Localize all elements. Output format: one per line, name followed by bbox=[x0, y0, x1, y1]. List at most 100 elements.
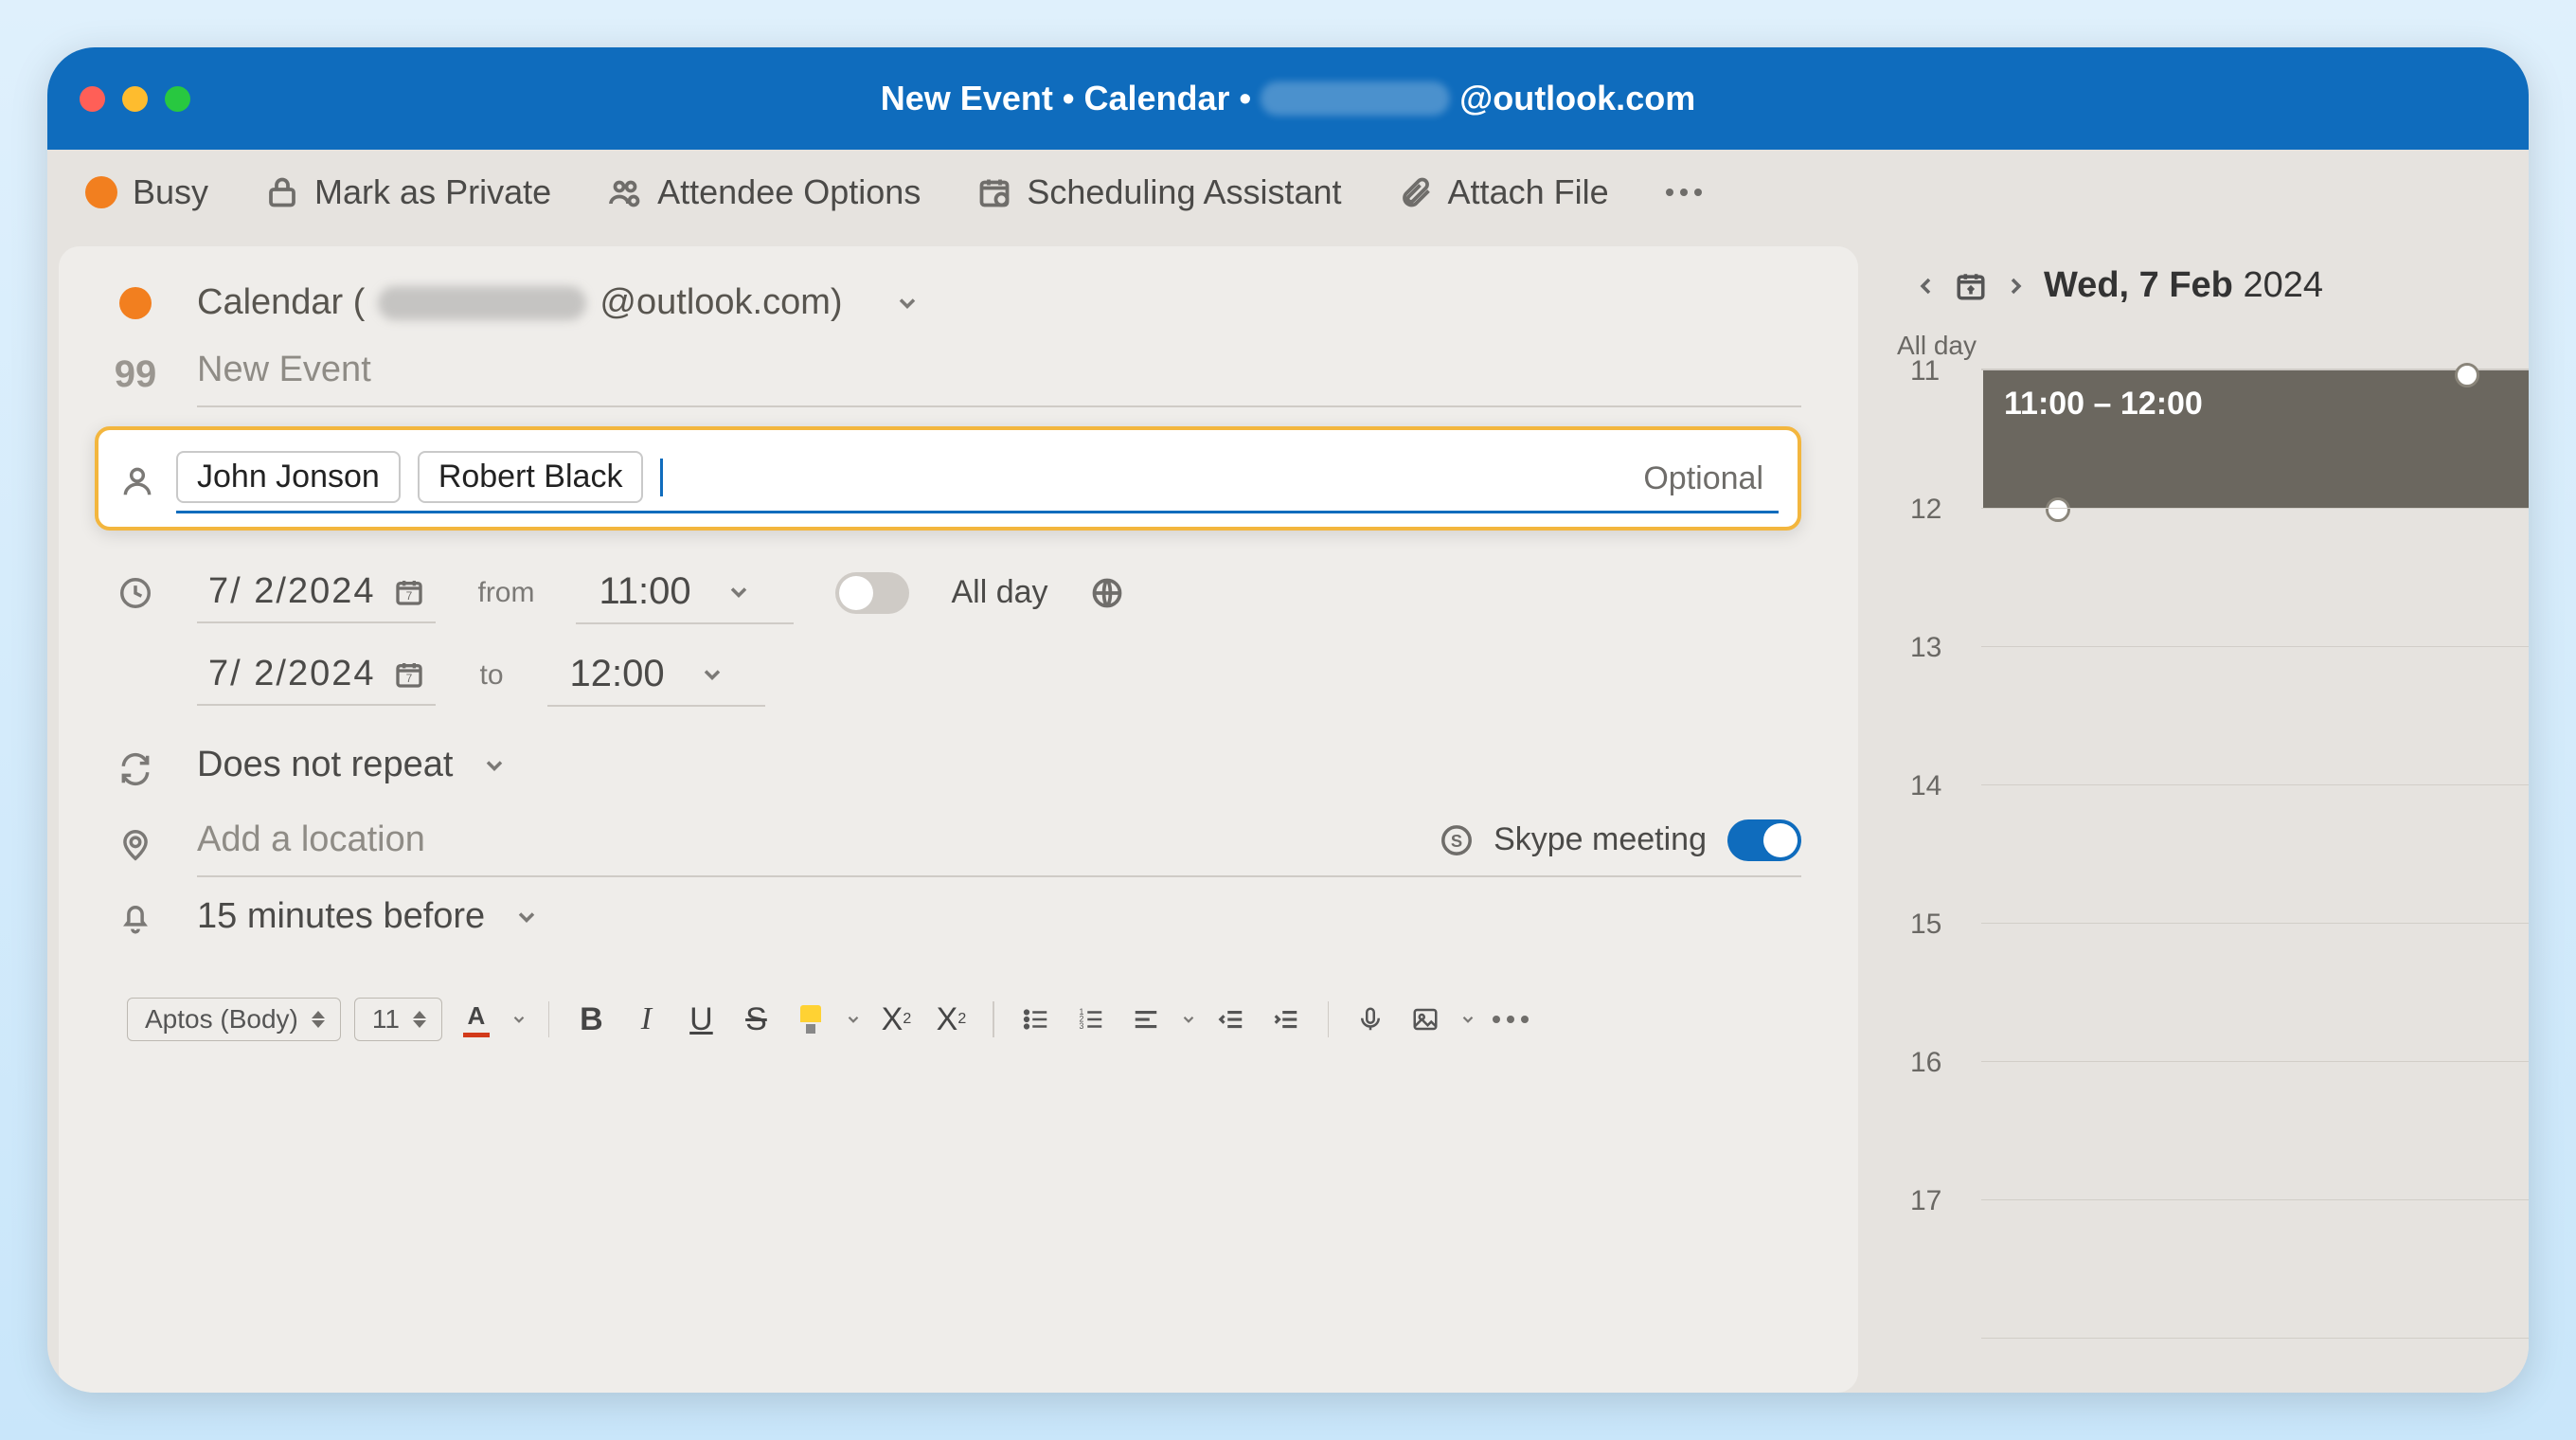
calendar-info-icon bbox=[977, 175, 1011, 209]
svg-text:3: 3 bbox=[1079, 1021, 1083, 1031]
font-family-selector[interactable]: Aptos (Body) bbox=[127, 998, 341, 1041]
attendee-options-label: Attendee Options bbox=[657, 172, 921, 212]
start-time-input[interactable]: 11:00 bbox=[576, 561, 794, 624]
prev-day-button[interactable] bbox=[1915, 275, 1938, 297]
end-time-input[interactable]: 12:00 bbox=[547, 643, 765, 707]
start-date-value: 7/ 2/2024 bbox=[208, 571, 375, 612]
hour-row[interactable]: 14 bbox=[1981, 785, 2529, 924]
hour-row[interactable]: 11 bbox=[1981, 370, 2529, 509]
event-title-input[interactable]: New Event bbox=[197, 342, 1801, 407]
day-date-bold: Wed, 7 Feb bbox=[2044, 265, 2233, 305]
hour-label: 11 bbox=[1910, 355, 1940, 387]
event-form: Calendar ( @outlook.com) 99 New Event bbox=[59, 246, 1858, 1393]
superscript-button[interactable]: X2 bbox=[875, 999, 917, 1040]
timezone-icon[interactable] bbox=[1090, 576, 1124, 610]
numbered-list-button[interactable]: 123 bbox=[1070, 999, 1112, 1040]
reminder-value: 15 minutes before bbox=[197, 896, 485, 937]
chevron-down-icon bbox=[725, 579, 752, 605]
day-header: Wed, 7 Feb 2024 bbox=[1877, 265, 2529, 323]
location-icon bbox=[116, 825, 155, 865]
reminder-row: 15 minutes before bbox=[116, 896, 1801, 937]
calendar-icon: 7 bbox=[394, 577, 424, 607]
close-window-button[interactable] bbox=[80, 86, 105, 112]
optional-attendees-button[interactable]: Optional bbox=[1643, 460, 1763, 497]
hour-row[interactable]: 16 bbox=[1981, 1062, 2529, 1200]
attendee-chip[interactable]: Robert Black bbox=[418, 451, 644, 503]
separator bbox=[1328, 1001, 1330, 1037]
today-button[interactable] bbox=[1955, 270, 1987, 302]
attendee-chip[interactable]: John Jonson bbox=[176, 451, 401, 503]
strikethrough-button[interactable]: S bbox=[735, 999, 777, 1040]
subscript-button[interactable]: X2 bbox=[930, 999, 972, 1040]
chevron-down-icon[interactable] bbox=[1180, 1011, 1197, 1028]
end-date-input[interactable]: 7/ 2/2024 7 bbox=[197, 644, 436, 706]
font-size-selector[interactable]: 11 bbox=[354, 998, 442, 1041]
hour-row[interactable]: 17 bbox=[1981, 1200, 2529, 1339]
chevron-down-icon[interactable] bbox=[1459, 1011, 1476, 1028]
attendee-options-icon bbox=[608, 175, 642, 209]
bold-button[interactable]: B bbox=[570, 999, 612, 1040]
hour-label: 15 bbox=[1910, 909, 1941, 941]
align-button[interactable] bbox=[1125, 999, 1167, 1040]
bell-icon bbox=[116, 897, 155, 937]
scheduling-assistant-button[interactable]: Scheduling Assistant bbox=[977, 172, 1341, 212]
paperclip-icon bbox=[1399, 175, 1433, 209]
from-label: from bbox=[477, 577, 534, 609]
calendar-selector[interactable]: Calendar ( @outlook.com) bbox=[197, 282, 921, 323]
next-day-button[interactable] bbox=[2004, 275, 2027, 297]
show-as-busy-button[interactable]: Busy bbox=[85, 172, 208, 212]
font-color-button[interactable]: A bbox=[456, 999, 497, 1040]
separator bbox=[993, 1001, 994, 1037]
bullet-list-button[interactable] bbox=[1015, 999, 1057, 1040]
hour-row[interactable]: 13 bbox=[1981, 647, 2529, 785]
insert-picture-button[interactable] bbox=[1404, 999, 1446, 1040]
start-time-value: 11:00 bbox=[599, 570, 690, 613]
scheduling-assistant-label: Scheduling Assistant bbox=[1027, 172, 1341, 212]
attendee-options-button[interactable]: Attendee Options bbox=[608, 172, 921, 212]
calendar-icon: 7 bbox=[394, 659, 424, 690]
start-time-row: 7/ 2/2024 7 from 11:00 All day bbox=[116, 561, 1801, 624]
hour-row[interactable]: 12 bbox=[1981, 509, 2529, 647]
location-field: Add a location S Skype meeting bbox=[197, 812, 1801, 877]
titlebar: New Event • Calendar • @outlook.com bbox=[47, 47, 2529, 150]
chevron-down-icon bbox=[699, 661, 725, 688]
event-toolbar: Busy Mark as Private Attendee Options Sc… bbox=[47, 150, 2529, 235]
chevron-down-icon[interactable] bbox=[510, 1011, 528, 1028]
location-input[interactable]: Add a location bbox=[197, 812, 425, 868]
minimize-window-button[interactable] bbox=[122, 86, 148, 112]
day-grid[interactable]: All day 11:00 – 12:00 11 12 13 14 15 16 … bbox=[1877, 323, 2529, 1339]
dictate-button[interactable] bbox=[1350, 999, 1391, 1040]
end-time-row: 7/ 2/2024 7 to 12:00 bbox=[197, 643, 1801, 707]
attach-file-label: Attach File bbox=[1448, 172, 1609, 212]
separator bbox=[548, 1001, 550, 1037]
skype-toggle[interactable] bbox=[1727, 819, 1801, 861]
recurrence-selector[interactable]: Does not repeat bbox=[197, 745, 508, 793]
calendar-row: Calendar ( @outlook.com) bbox=[116, 282, 1801, 323]
all-day-row[interactable] bbox=[1981, 323, 2529, 370]
end-time-value: 12:00 bbox=[570, 653, 665, 695]
more-formatting-button[interactable] bbox=[1490, 999, 1531, 1040]
attendees-input[interactable]: John Jonson Robert Black bbox=[176, 443, 1779, 513]
attendees-field-highlighted[interactable]: John Jonson Robert Black Optional bbox=[95, 426, 1801, 531]
indent-button[interactable] bbox=[1265, 999, 1307, 1040]
underline-button[interactable]: U bbox=[680, 999, 722, 1040]
hour-label: 16 bbox=[1910, 1047, 1941, 1079]
chevron-down-icon[interactable] bbox=[845, 1011, 862, 1028]
reminder-selector[interactable]: 15 minutes before bbox=[197, 896, 540, 937]
svg-text:7: 7 bbox=[406, 672, 413, 685]
skype-meeting-control: S Skype meeting bbox=[1440, 819, 1801, 861]
outdent-button[interactable] bbox=[1210, 999, 1252, 1040]
calendar-color-icon bbox=[116, 283, 155, 323]
recurrence-value: Does not repeat bbox=[197, 745, 453, 785]
start-date-input[interactable]: 7/ 2/2024 7 bbox=[197, 562, 436, 623]
person-icon bbox=[117, 461, 157, 501]
maximize-window-button[interactable] bbox=[165, 86, 190, 112]
italic-button[interactable]: I bbox=[625, 999, 667, 1040]
ellipsis-icon bbox=[1666, 189, 1702, 196]
attach-file-button[interactable]: Attach File bbox=[1399, 172, 1609, 212]
more-options-button[interactable] bbox=[1666, 189, 1702, 196]
highlight-button[interactable] bbox=[790, 999, 832, 1040]
all-day-toggle[interactable] bbox=[835, 572, 909, 614]
hour-row[interactable]: 15 bbox=[1981, 924, 2529, 1062]
mark-private-button[interactable]: Mark as Private bbox=[265, 172, 551, 212]
